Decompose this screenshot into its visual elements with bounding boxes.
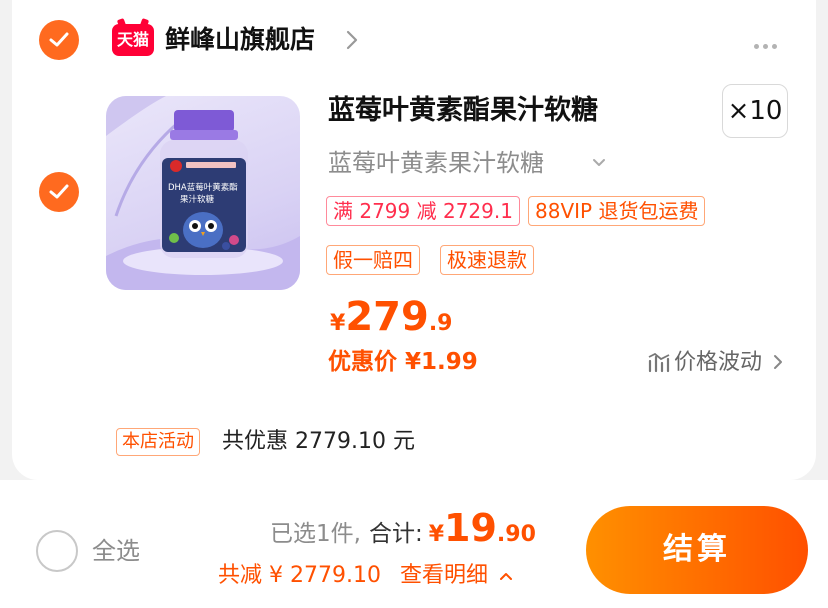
svg-text:DHA蓝莓叶黄素酯: DHA蓝莓叶黄素酯 bbox=[168, 182, 238, 193]
price-trend-link[interactable]: 价格波动 bbox=[648, 348, 787, 378]
tmall-logo: 天猫 bbox=[112, 24, 154, 56]
chevron-up-icon bbox=[499, 573, 512, 580]
guarantee-tag: 假一赔四 bbox=[326, 245, 420, 275]
shop-name-link[interactable]: 鲜峰山旗舰店 bbox=[165, 24, 315, 56]
check-icon bbox=[49, 32, 69, 47]
discount-summary: 共减 ¥ 2779.10 查看明细 bbox=[218, 560, 513, 592]
select-all-checkbox[interactable] bbox=[36, 530, 78, 572]
shop-activity-tag: 本店活动 bbox=[116, 428, 200, 456]
selected-count: 已选1件, bbox=[270, 521, 361, 547]
shop-activity-text: 共优惠 2779.10 元 bbox=[222, 429, 415, 454]
chevron-right-icon[interactable] bbox=[346, 30, 358, 50]
checkout-bar: 全选 已选1件, 合计: ¥19.90 共减 ¥ 2779.10 查看明细 结算 bbox=[0, 480, 828, 608]
product-price: ¥279.9 bbox=[330, 294, 453, 340]
product-image[interactable]: DHA蓝莓叶黄素酯 果汁软糖 bbox=[106, 96, 300, 290]
discount-tag: 满 2799 减 2729.1 bbox=[326, 196, 520, 226]
price-chart-icon bbox=[648, 352, 670, 373]
more-options-icon[interactable] bbox=[754, 34, 781, 53]
total-summary: 已选1件, 合计: ¥19.90 bbox=[270, 504, 536, 560]
promo-price: 优惠价 ¥1.99 bbox=[328, 349, 478, 375]
quantity-selector[interactable]: ×10 bbox=[722, 84, 788, 138]
item-select-checkbox[interactable] bbox=[39, 172, 79, 212]
view-detail-link[interactable]: 查看明细 bbox=[400, 563, 513, 588]
product-title[interactable]: 蓝莓叶黄素酯果汁软糖 bbox=[328, 92, 598, 130]
discount-amount: 共减 ¥ 2779.10 bbox=[218, 563, 381, 588]
svg-text:果汁软糖: 果汁软糖 bbox=[180, 194, 215, 205]
total-label: 合计: bbox=[368, 521, 423, 547]
check-icon bbox=[49, 184, 69, 199]
select-all-label[interactable]: 全选 bbox=[92, 534, 140, 568]
fast-refund-tag: 极速退款 bbox=[440, 245, 534, 275]
gummy-jar-image: DHA蓝莓叶黄素酯 果汁软糖 bbox=[106, 96, 300, 290]
sku-selector[interactable]: 蓝莓叶黄素果汁软糖 bbox=[328, 146, 544, 180]
cart-shop-card: 天猫 鲜峰山旗舰店 DHA蓝莓叶黄素酯 果汁软糖 蓝莓叶黄素酯果汁软糖 ×10 … bbox=[12, 0, 816, 480]
total-amount: ¥19.90 bbox=[428, 506, 536, 550]
shop-select-checkbox[interactable] bbox=[39, 20, 79, 60]
vip-shipping-tag: 88VIP 退货包运费 bbox=[528, 196, 706, 226]
checkout-button[interactable]: 结算 bbox=[586, 506, 808, 594]
chevron-down-icon[interactable] bbox=[592, 158, 606, 168]
chevron-right-icon bbox=[774, 355, 783, 369]
